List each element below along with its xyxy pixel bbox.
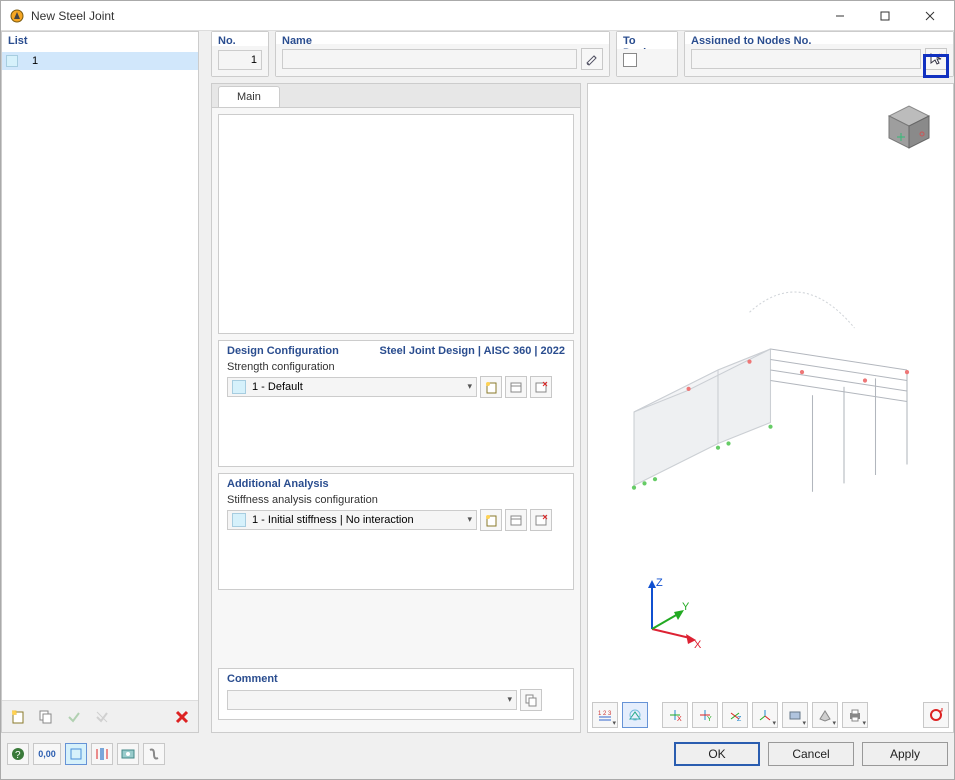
list-toolbar (2, 700, 198, 732)
member-settings-button[interactable] (91, 743, 113, 765)
chevron-down-icon: ▾ (467, 381, 472, 392)
uncheck-apply-button[interactable] (90, 705, 114, 729)
svg-text:Y: Y (682, 601, 690, 613)
to-design-checkbox[interactable] (623, 53, 637, 67)
window-title: New Steel Joint (31, 9, 817, 23)
ok-button[interactable]: OK (674, 742, 760, 766)
additional-analysis-header: Additional Analysis (227, 478, 329, 490)
copy-item-button[interactable] (34, 705, 58, 729)
edit-name-button[interactable] (581, 48, 603, 70)
delete-stiffness-config-button[interactable] (530, 509, 552, 531)
design-config-standard: Steel Joint Design | AISC 360 | 2022 (380, 345, 566, 357)
strength-config-value: 1 - Default (252, 381, 303, 393)
design-config-panel: Design Configuration Steel Joint Design … (218, 340, 574, 467)
svg-text:X: X (677, 716, 682, 723)
view-y-button[interactable]: Y (692, 702, 718, 728)
comment-header: Comment (227, 673, 278, 685)
no-input[interactable] (218, 50, 262, 70)
view-settings-button[interactable] (117, 743, 139, 765)
svg-text:Z: Z (737, 716, 742, 723)
view-z-button[interactable]: Z (722, 702, 748, 728)
color-swatch-icon (6, 55, 18, 67)
app-icon (9, 8, 25, 24)
maximize-button[interactable] (862, 2, 907, 30)
svg-text:Y: Y (707, 716, 712, 723)
new-stiffness-config-button[interactable] (480, 509, 502, 531)
tab-main[interactable]: Main (218, 86, 280, 107)
comment-select[interactable]: ▾ (227, 690, 517, 710)
svg-text:X: X (694, 639, 702, 651)
no-panel: No. (211, 31, 269, 77)
edit-strength-config-button[interactable] (505, 376, 527, 398)
delete-button[interactable] (170, 705, 194, 729)
preview-panel: Z X Y 1 2 3 (587, 83, 954, 733)
edit-stiffness-config-button[interactable] (505, 509, 527, 531)
to-design-panel: To Design (616, 31, 678, 77)
stiffness-config-select[interactable]: 1 - Initial stiffness | No interaction ▾ (227, 510, 477, 530)
color-settings-button[interactable] (65, 743, 87, 765)
minimize-button[interactable] (817, 2, 862, 30)
list-item-label: 1 (32, 55, 38, 67)
svg-text:1 2 3: 1 2 3 (598, 711, 612, 717)
nav-cube-icon[interactable] (879, 98, 939, 158)
preview-canvas[interactable]: Z X Y (592, 88, 949, 694)
units-button[interactable]: 0,00 (33, 743, 61, 765)
preview-toolbar: 1 2 3 ▾ X Y (592, 698, 949, 728)
design-config-header: Design Configuration (227, 345, 339, 357)
list-item[interactable]: 1 (2, 52, 198, 70)
additional-analysis-panel: Additional Analysis Stiffness analysis c… (218, 473, 574, 590)
list-body: 1 (2, 52, 198, 698)
script-button[interactable] (143, 743, 165, 765)
list-panel: List 1 (1, 31, 199, 733)
color-swatch-icon (232, 380, 246, 394)
list-header: List (2, 32, 198, 49)
assigned-input[interactable] (691, 49, 921, 69)
help-button[interactable]: ? (7, 743, 29, 765)
comment-library-button[interactable] (520, 689, 542, 711)
isometric-view-button[interactable]: ▾ (752, 702, 778, 728)
footer-bar: ? 0,00 OK Cancel Apply (7, 739, 948, 769)
strength-config-label: Strength configuration (227, 361, 565, 373)
reset-view-button[interactable] (923, 702, 949, 728)
display-mode-button[interactable]: ▾ (782, 702, 808, 728)
joint-canvas (218, 114, 574, 334)
new-strength-config-button[interactable] (480, 376, 502, 398)
print-button[interactable]: ▾ (842, 702, 868, 728)
apply-button[interactable]: Apply (862, 742, 948, 766)
name-input[interactable] (282, 49, 577, 69)
axis-triad-icon: Z X Y (632, 574, 702, 644)
pick-nodes-button[interactable] (925, 48, 947, 70)
close-button[interactable] (907, 2, 952, 30)
name-panel: Name (275, 31, 610, 77)
view-x-button[interactable]: X (662, 702, 688, 728)
comment-panel: Comment ▾ (218, 668, 574, 720)
chevron-down-icon: ▾ (507, 694, 512, 705)
show-model-button[interactable] (622, 702, 648, 728)
chevron-down-icon: ▾ (467, 514, 472, 525)
tab-bar: Main (212, 84, 580, 108)
stiffness-config-label: Stiffness analysis configuration (227, 494, 565, 506)
render-mode-button[interactable]: ▾ (812, 702, 838, 728)
svg-text:?: ? (15, 750, 21, 761)
titlebar: New Steel Joint (1, 1, 954, 31)
new-item-button[interactable] (6, 705, 30, 729)
color-swatch-icon (232, 513, 246, 527)
check-apply-button[interactable] (62, 705, 86, 729)
cancel-button[interactable]: Cancel (768, 742, 854, 766)
delete-strength-config-button[interactable] (530, 376, 552, 398)
strength-config-select[interactable]: 1 - Default ▾ (227, 377, 477, 397)
assigned-panel: Assigned to Nodes No. (684, 31, 954, 77)
svg-text:Z: Z (656, 577, 663, 589)
numbering-button[interactable]: 1 2 3 ▾ (592, 702, 618, 728)
stiffness-config-value: 1 - Initial stiffness | No interaction (252, 514, 414, 526)
